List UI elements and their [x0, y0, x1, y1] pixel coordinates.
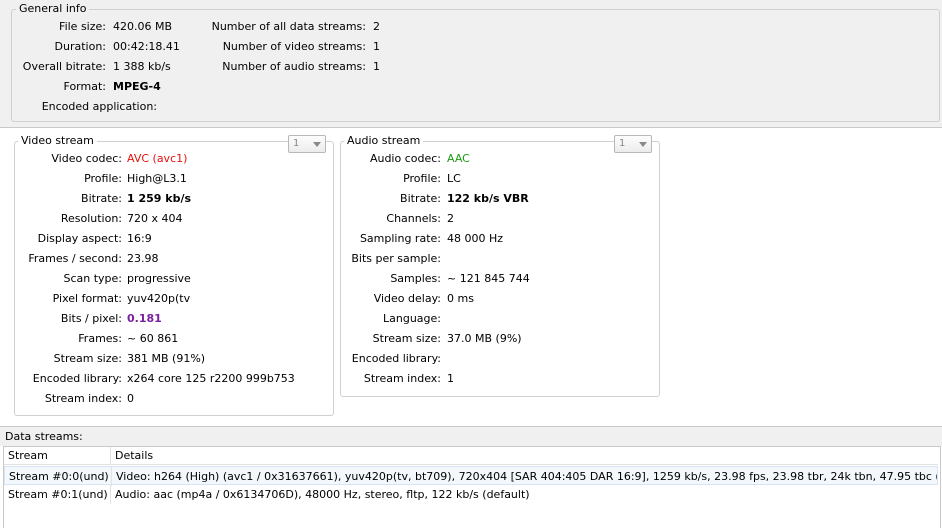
audio-encoded-library-label: Encoded library: — [351, 352, 441, 365]
audio-streams-count-label: Number of audio streams: — [222, 60, 366, 73]
audio-video-delay-value: 0 ms — [447, 292, 474, 305]
data-streams-title: Data streams: — [5, 430, 83, 443]
audio-stream-size-value: 37.0 MB (9%) — [447, 332, 522, 345]
data-streams-bar: Data streams: — [0, 426, 942, 446]
video-resolution-label: Resolution: — [60, 212, 122, 225]
file-size-value: 420.06 MB — [113, 20, 173, 33]
audio-streams-count-value: 1 — [373, 60, 380, 73]
audio-samples-label: Samples: — [390, 272, 441, 285]
format-value: MPEG-4 — [113, 80, 161, 93]
audio-audio-codec-value: AAC — [447, 152, 470, 165]
video-encoded-library-label: Encoded library: — [32, 372, 122, 385]
audio-sampling-rate-value: 48 000 Hz — [447, 232, 504, 245]
details-cell: Video: h264 (High) (avc1 / 0x31637661), … — [116, 470, 937, 483]
details-cell: Audio: aac (mp4a / 0x6134706D), 48000 Hz… — [115, 488, 530, 501]
video-stream-index-value: 0 — [127, 392, 134, 405]
video-resolution-value: 720 x 404 — [127, 212, 183, 225]
video-pixel-format-label: Pixel format: — [52, 292, 122, 305]
stream-cell: Stream #0:1(und) — [4, 485, 111, 504]
video-frames-second-label: Frames / second: — [28, 252, 122, 265]
all-streams-count-value: 2 — [373, 20, 380, 33]
video-pixel-format-value: yuv420p(tv — [127, 292, 191, 305]
audio-bits-per-sample-label: Bits per sample: — [351, 252, 441, 265]
video-stream-size-value: 381 MB (91%) — [127, 352, 206, 365]
general-info-panel: General info File size: 420.06 MB Durati… — [0, 0, 942, 128]
data-streams-table[interactable]: Stream Details Stream #0:0(und) Video: h… — [3, 446, 941, 528]
audio-stream-size-label: Stream size: — [372, 332, 441, 345]
video-bits-pixel-value: 0.181 — [127, 312, 162, 325]
format-label: Format: — [63, 80, 106, 93]
audio-language-label: Language: — [383, 312, 441, 325]
video-profile-label: Profile: — [84, 172, 122, 185]
column-header-details[interactable]: Details — [111, 447, 938, 465]
video-frames-label: Frames: — [78, 332, 122, 345]
video-frames-value: ~ 60 861 — [127, 332, 179, 345]
audio-stream-index-value: 1 — [447, 372, 454, 385]
video-bitrate-value: 1 259 kb/s — [127, 192, 192, 205]
duration-label: Duration: — [54, 40, 106, 53]
video-profile-value: High@L3.1 — [127, 172, 187, 185]
video-stream-selector-value: 1 — [293, 138, 300, 149]
overall-bitrate-label: Overall bitrate: — [22, 60, 106, 73]
audio-profile-value: LC — [447, 172, 461, 185]
chevron-down-icon — [639, 142, 647, 147]
file-size-label: File size: — [59, 20, 106, 33]
all-streams-count-label: Number of all data streams: — [211, 20, 366, 33]
video-stream-index-label: Stream index: — [44, 392, 122, 405]
video-streams-count-label: Number of video streams: — [222, 40, 366, 53]
audio-channels-label: Channels: — [386, 212, 441, 225]
video-frames-second-value: 23.98 — [127, 252, 159, 265]
chevron-down-icon — [313, 142, 321, 147]
audio-channels-value: 2 — [447, 212, 454, 225]
audio-profile-label: Profile: — [403, 172, 441, 185]
audio-stream-selector-value: 1 — [619, 138, 626, 149]
video-stream-selector[interactable]: 1 — [288, 135, 326, 153]
video-stream-title: Video stream — [18, 134, 97, 147]
overall-bitrate-value: 1 388 kb/s — [113, 60, 171, 73]
video-bits-pixel-label: Bits / pixel: — [60, 312, 122, 325]
video-bitrate-label: Bitrate: — [81, 192, 122, 205]
audio-samples-value: ~ 121 845 744 — [447, 272, 530, 285]
video-stream-size-label: Stream size: — [53, 352, 122, 365]
audio-audio-codec-label: Audio codec: — [369, 152, 441, 165]
video-scan-type-value: progressive — [127, 272, 191, 285]
audio-sampling-rate-label: Sampling rate: — [359, 232, 441, 245]
duration-value: 00:42:18.41 — [113, 40, 180, 53]
table-row[interactable]: Stream #0:0(und) Video: h264 (High) (avc… — [4, 466, 938, 486]
video-scan-type-label: Scan type: — [63, 272, 122, 285]
video-encoded-library-value: x264 core 125 r2200 999b753 — [127, 372, 295, 385]
video-streams-count-value: 1 — [373, 40, 380, 53]
audio-bitrate-value: 122 kb/s VBR — [447, 192, 529, 205]
general-info-title: General info — [16, 2, 90, 15]
audio-stream-index-label: Stream index: — [363, 372, 441, 385]
video-display-aspect-value: 16:9 — [127, 232, 152, 245]
encoded-application-label: Encoded application: — [41, 100, 157, 113]
video-video-codec-value: AVC (avc1) — [127, 152, 188, 165]
audio-stream-selector[interactable]: 1 — [614, 135, 652, 153]
audio-video-delay-label: Video delay: — [373, 292, 441, 305]
audio-stream-title: Audio stream — [344, 134, 424, 147]
video-video-codec-label: Video codec: — [51, 152, 122, 165]
column-header-stream[interactable]: Stream — [4, 447, 111, 465]
stream-cell: Stream #0:0(und) — [5, 467, 112, 486]
audio-bitrate-label: Bitrate: — [400, 192, 441, 205]
video-display-aspect-label: Display aspect: — [37, 232, 122, 245]
table-row[interactable]: Stream #0:1(und) Audio: aac (mp4a / 0x61… — [4, 485, 938, 504]
